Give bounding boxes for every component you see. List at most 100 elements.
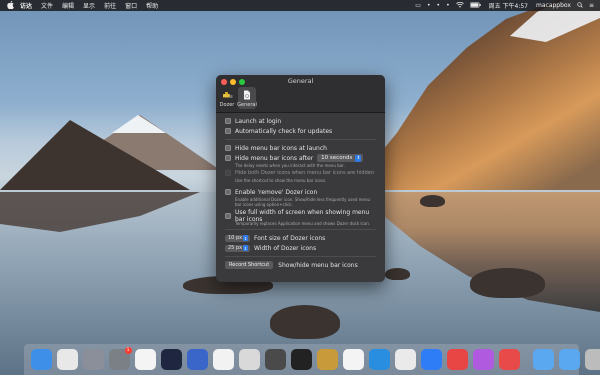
tray-icon[interactable]: ▭	[415, 2, 421, 9]
menu-app-name[interactable]: 访达	[20, 1, 32, 10]
enable-remove-checkbox[interactable]	[225, 189, 231, 195]
launch-at-login-row[interactable]: Launch at login	[225, 116, 376, 126]
rock-shape	[470, 268, 545, 298]
printer-icon[interactable]	[238, 349, 260, 370]
stepper-label: Width of Dozer icons	[254, 244, 317, 252]
tab-label: Dozer	[219, 102, 235, 108]
font-size-stepper[interactable]: 10 px ⇕	[225, 234, 250, 242]
photos-app-icon[interactable]	[342, 349, 364, 370]
enable-remove-row[interactable]: Enable 'remove' Dozer icon	[225, 187, 376, 197]
shortcut-row: Record Shortcut Show/hide menu bar icons	[225, 260, 376, 270]
xcode-icon[interactable]	[368, 349, 390, 370]
dot-icon[interactable]: •	[446, 2, 450, 9]
dot-icon[interactable]: •	[427, 2, 431, 9]
divider	[225, 229, 376, 230]
rocket-app-icon[interactable]	[186, 349, 208, 370]
arrow-app-icon[interactable]	[498, 349, 520, 370]
apple-menu-icon[interactable]	[6, 0, 14, 11]
notification-badge: 1	[124, 347, 132, 354]
checkbox-label: Launch at login	[235, 117, 282, 125]
launchpad-icon[interactable]	[82, 349, 104, 370]
photo-app-icon[interactable]	[264, 349, 286, 370]
dock: 1	[24, 344, 600, 375]
battery-icon[interactable]	[469, 1, 481, 10]
hide-after-popup[interactable]: 10 seconds ⇕	[317, 154, 364, 162]
hide-both-icons-checkbox	[225, 170, 231, 176]
qq-icon[interactable]	[212, 349, 234, 370]
auto-update-row[interactable]: Automatically check for updates	[225, 126, 376, 136]
hide-at-launch-checkbox[interactable]	[225, 145, 231, 151]
chevron-updown-icon: ⇕	[355, 154, 362, 162]
hide-both-icons-row: Hide both Dozer icons when menu bar icon…	[225, 168, 376, 178]
menu-view[interactable]: 显示	[83, 1, 95, 10]
notification-center-icon[interactable]: ≡	[589, 2, 594, 9]
podcast-app-icon[interactable]	[472, 349, 494, 370]
rock-shape	[270, 305, 340, 339]
video-app-icon[interactable]	[446, 349, 468, 370]
font-size-row: 10 px ⇕ Font size of Dozer icons	[225, 233, 376, 243]
checkbox-label: Hide both Dozer icons when menu bar icon…	[235, 170, 374, 176]
wechat-icon[interactable]	[134, 349, 156, 370]
menubar-username[interactable]: macappbox	[536, 2, 571, 9]
divider	[225, 256, 376, 257]
tab-dozer[interactable]: Dozer	[218, 87, 236, 109]
checkbox-label: Automatically check for updates	[235, 127, 333, 135]
window-title: General	[287, 77, 314, 85]
wifi-icon[interactable]	[455, 1, 464, 10]
record-shortcut-button[interactable]: Record Shortcut	[225, 261, 274, 269]
hide-at-launch-row[interactable]: Hide menu bar icons at launch	[225, 143, 376, 153]
launch-at-login-checkbox[interactable]	[225, 118, 231, 124]
dozer-icon	[222, 90, 233, 100]
general-settings-panel: Launch at login Automatically check for …	[216, 113, 385, 270]
terminal-icon[interactable]	[290, 349, 312, 370]
menu-edit[interactable]: 编辑	[62, 1, 74, 10]
window-titlebar: General Dozer General	[216, 75, 385, 113]
screen-saver-icon[interactable]	[160, 349, 182, 370]
documents-folder-icon[interactable]	[558, 349, 580, 370]
menu-file[interactable]: 文件	[41, 1, 53, 10]
preferences-window: General Dozer General Launch at login Au	[216, 75, 385, 282]
auto-update-checkbox[interactable]	[225, 128, 231, 134]
checkbox-label: Enable 'remove' Dozer icon	[235, 188, 318, 196]
finder-icon[interactable]	[30, 349, 52, 370]
rock-shape	[420, 195, 445, 207]
menu-window[interactable]: 窗口	[125, 1, 137, 10]
stepper-value: 10 px	[228, 235, 243, 241]
safari-icon[interactable]	[394, 349, 416, 370]
tab-label: General	[237, 102, 257, 108]
checkbox-label: Hide menu bar icons at launch	[235, 144, 327, 152]
menu-go[interactable]: 前往	[104, 1, 116, 10]
chevron-updown-icon: ⇕	[243, 235, 248, 241]
menu-help[interactable]: 帮助	[146, 1, 158, 10]
stepper-value: 25 px	[228, 245, 243, 251]
full-width-hint: Temporarily replaces Application menu an…	[235, 221, 370, 226]
chevron-updown-icon: ⇕	[243, 245, 248, 251]
shortcut-label: Show/hide menu bar icons	[278, 261, 358, 269]
mountain-shape	[0, 120, 190, 190]
search-icon[interactable]	[577, 1, 583, 10]
hide-after-checkbox[interactable]	[225, 155, 231, 161]
system-preferences-icon[interactable]: 1	[108, 347, 132, 370]
archive-utility-icon[interactable]	[316, 349, 338, 370]
chat-bubbles-icon[interactable]	[420, 349, 442, 370]
downloads-folder-icon[interactable]	[532, 349, 554, 370]
stepper-label: Font size of Dozer icons	[254, 234, 326, 242]
trash-icon[interactable]	[584, 349, 600, 370]
width-row: 25 px ⇕ Width of Dozer icons	[225, 243, 376, 253]
hide-after-row[interactable]: Hide menu bar icons after 10 seconds ⇕	[225, 153, 376, 163]
tab-general[interactable]: General	[237, 87, 257, 109]
enable-remove-hint: Enable additional Dozer icon. Show/hide …	[235, 197, 371, 207]
preferences-toolbar: Dozer General	[218, 87, 257, 109]
dot-icon[interactable]: •	[437, 2, 441, 9]
menubar-clock[interactable]: 周五 下午4:57	[489, 1, 528, 10]
rock-shape	[385, 268, 410, 280]
checkbox-label: Hide menu bar icons after	[235, 154, 314, 162]
popup-value: 10 seconds	[321, 155, 353, 161]
divider	[225, 139, 376, 140]
menu-bar: 访达 文件 编辑 显示 前往 窗口 帮助 ▭ • • • 周五 下午4:57 m…	[0, 0, 600, 11]
full-width-checkbox[interactable]	[225, 213, 231, 219]
full-width-row[interactable]: Use full width of screen when showing me…	[225, 209, 376, 223]
chrome-icon[interactable]	[56, 349, 78, 370]
width-stepper[interactable]: 25 px ⇕	[225, 244, 250, 252]
general-icon	[242, 90, 253, 100]
